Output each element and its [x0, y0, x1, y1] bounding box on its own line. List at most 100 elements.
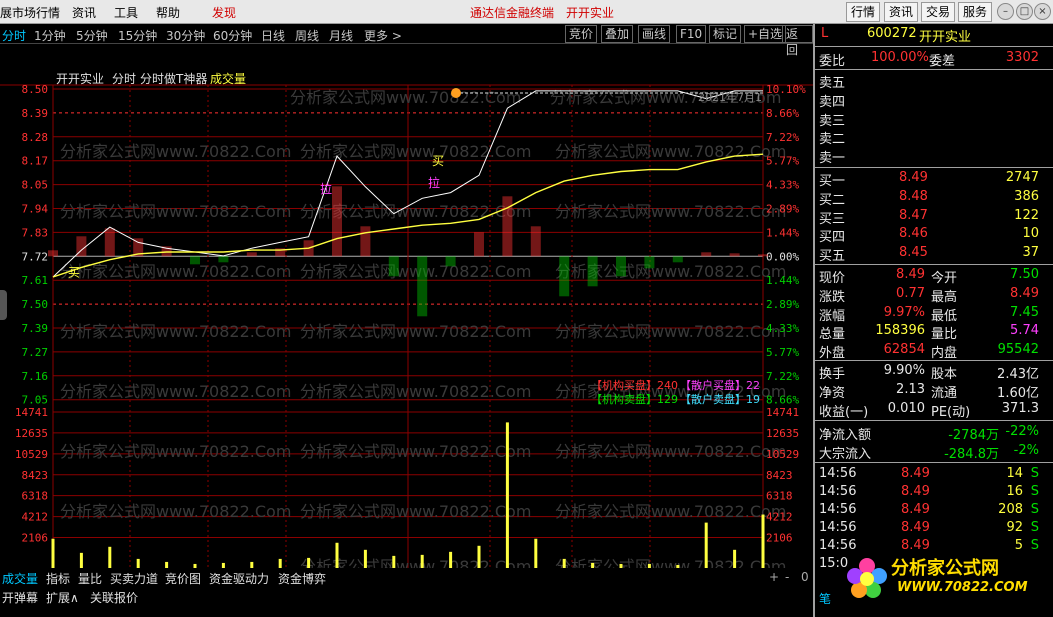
stat-label: 换手 — [819, 367, 846, 382]
period-tab-60min[interactable]: 60分钟 — [213, 27, 252, 44]
expand-button[interactable]: 扩展∧ — [46, 589, 79, 606]
legend-item: 【机构卖盘】129 — [591, 392, 678, 406]
stat-value: 62854 — [883, 342, 925, 358]
capital-flow-row: 净流入额 -2784万 -22% — [815, 424, 1053, 443]
tick-time: 14:56 — [819, 538, 857, 553]
period-tab-week[interactable]: 周线 — [295, 27, 319, 44]
buy-marker: 买 — [432, 154, 444, 168]
flow-bar — [530, 226, 541, 257]
tab-volume-ratio[interactable]: 量比 — [78, 570, 102, 587]
percent-tick-label: 5.77% — [766, 155, 799, 168]
f10-button[interactable]: F10 — [676, 25, 707, 43]
period-tab-30min[interactable]: 30分钟 — [166, 27, 205, 44]
weicha-label: 委差 — [929, 54, 956, 69]
logo-url: WWW.70822.COM — [897, 580, 1028, 595]
flow-bar — [332, 186, 342, 257]
period-tab-5min[interactable]: 5分钟 — [76, 27, 108, 44]
period-tab-timeshare[interactable]: 分时 — [2, 27, 26, 44]
tick-price: 8.49 — [901, 538, 930, 553]
period-tab-more[interactable]: 更多 > — [364, 27, 402, 44]
tab-indicator[interactable]: 指标 — [46, 570, 70, 587]
limit-up-icon — [451, 88, 461, 98]
back-button[interactable]: 返回 — [782, 25, 813, 57]
menu-tools[interactable]: 工具 — [114, 4, 138, 21]
period-tab-day[interactable]: 日线 — [261, 27, 285, 44]
percent-tick-label: 8.66% — [766, 394, 799, 407]
tab-volume[interactable]: 成交量 — [2, 570, 38, 587]
buy-level-label: 买二 — [819, 192, 846, 208]
flow-bar — [644, 256, 655, 269]
zoom-in-button[interactable]: + — [769, 570, 779, 584]
zoom-out-button[interactable]: - — [785, 570, 789, 584]
buy-order-row: 买四 8.46 10 — [815, 226, 1053, 245]
menu-market[interactable]: 展市场行情 — [0, 4, 60, 21]
buy-price: 8.46 — [899, 226, 928, 242]
percent-tick-label: 10.10% — [766, 83, 806, 96]
flow-bar — [729, 253, 740, 257]
overlay-button[interactable]: 叠加 — [601, 25, 634, 43]
percent-tick-label: 0.00% — [766, 250, 799, 263]
volume-tick-label: 2106 — [766, 532, 793, 545]
related-quote-button[interactable]: 关联报价 — [90, 589, 138, 606]
volume-tick-label: 2106 — [22, 532, 49, 545]
mark-button[interactable]: 标记 — [709, 25, 742, 43]
add-favorite-button[interactable]: +自选 — [744, 25, 787, 43]
watermark-text: 分析家公式网www.70822.Com — [555, 142, 786, 161]
watermark-text: 分析家公式网www.70822.Com — [60, 262, 291, 281]
minimize-icon[interactable]: – — [997, 3, 1014, 20]
trade-button[interactable]: 交易 — [921, 2, 956, 22]
flow-value: -2784万 — [948, 428, 999, 443]
percent-tick-label: 5.77% — [766, 346, 799, 359]
volume-tick-label: 4212 — [766, 511, 793, 524]
flow-bar — [701, 252, 712, 257]
period-tab-15min[interactable]: 15分钟 — [118, 27, 157, 44]
fundamental-row: 换手 9.90% 股本 2.43亿 — [815, 363, 1053, 382]
tab-capital-drive[interactable]: 资金驱动力 — [209, 570, 269, 587]
stat-value: 9.97% — [883, 304, 925, 320]
percent-tick-label: 1.44% — [766, 274, 799, 287]
info-button[interactable]: 资讯 — [884, 2, 919, 22]
flow-bar — [474, 232, 484, 257]
tab-buy-sell-force[interactable]: 买卖力道 — [110, 570, 158, 587]
volume-tick-label: 14741 — [766, 406, 799, 419]
stock-code: 600272 — [867, 26, 917, 41]
zoom-reset-button[interactable]: 0 — [801, 570, 809, 584]
chart-date: 2021年7月1 — [698, 90, 762, 104]
close-icon[interactable]: × — [1034, 3, 1051, 20]
volume-bar — [704, 522, 708, 571]
volume-bar — [505, 422, 509, 571]
period-tab-1min[interactable]: 1分钟 — [34, 27, 66, 44]
timeshare-chart[interactable]: 分析家公式网www.70822.Com 分析家公式网www.70822.Com 分析… — [0, 44, 813, 614]
buy-volume: 386 — [1014, 188, 1039, 204]
buy-volume: 122 — [1014, 207, 1039, 223]
stock-title: 开开实业 — [566, 6, 615, 20]
bottom-char[interactable]: 笔 — [819, 590, 831, 607]
stat-label: 总量 — [819, 327, 846, 343]
flow-bar — [360, 226, 371, 257]
watermark-text: 分析家公式网www.70822.Com — [300, 382, 531, 401]
danmaku-toggle[interactable]: 开弹幕 — [2, 589, 38, 606]
period-tab-month[interactable]: 月线 — [329, 27, 353, 44]
watermark-text: 分析家公式网www.70822.Com — [555, 502, 786, 521]
service-button[interactable]: 服务 — [958, 2, 993, 22]
auction-button[interactable]: 竞价 — [565, 25, 598, 43]
menu-help[interactable]: 帮助 — [156, 4, 180, 21]
legend-item: 【机构买盘】240 — [591, 378, 678, 392]
quote-button[interactable]: 行情 — [846, 2, 881, 22]
price-tick-label: 7.39 — [22, 322, 49, 335]
tab-auction-chart[interactable]: 竞价图 — [165, 570, 201, 587]
watermark-text: 分析家公式网www.70822.Com — [60, 502, 291, 521]
stat-value: 0.77 — [896, 285, 925, 301]
flow-bar — [559, 256, 570, 297]
maximize-icon[interactable]: □ — [1016, 3, 1033, 20]
quote-stat-row: 涨幅 9.97% 最低 7.45 — [815, 304, 1053, 324]
tick-row: 14:56 8.49 208 S — [815, 502, 1053, 520]
tab-capital-game[interactable]: 资金博弈 — [278, 570, 326, 587]
stat-value: 2.43亿 — [997, 367, 1039, 382]
menu-discover[interactable]: 发现 — [212, 4, 236, 21]
sell-level-label: 卖五 — [819, 76, 846, 91]
price-tick-label: 8.28 — [22, 131, 49, 144]
left-collapse-handle[interactable] — [0, 290, 7, 320]
menu-news[interactable]: 资讯 — [72, 4, 96, 21]
draw-line-button[interactable]: 画线 — [638, 25, 671, 43]
